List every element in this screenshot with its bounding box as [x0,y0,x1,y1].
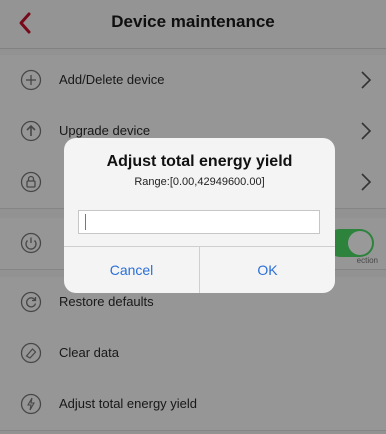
ok-button[interactable]: OK [199,247,335,293]
dialog-range-text: Range:[0.00,42949600.00] [134,176,265,188]
cancel-button[interactable]: Cancel [64,247,199,293]
device-maintenance-screen: Device maintenance Add/Delete device Upg… [0,0,386,434]
dialog-title: Adjust total energy yield [106,153,293,170]
energy-yield-input[interactable] [78,210,320,234]
adjust-energy-dialog: Adjust total energy yield Range:[0.00,42… [64,138,335,293]
text-caret [85,214,86,230]
dialog-buttons: Cancel OK [64,246,335,293]
